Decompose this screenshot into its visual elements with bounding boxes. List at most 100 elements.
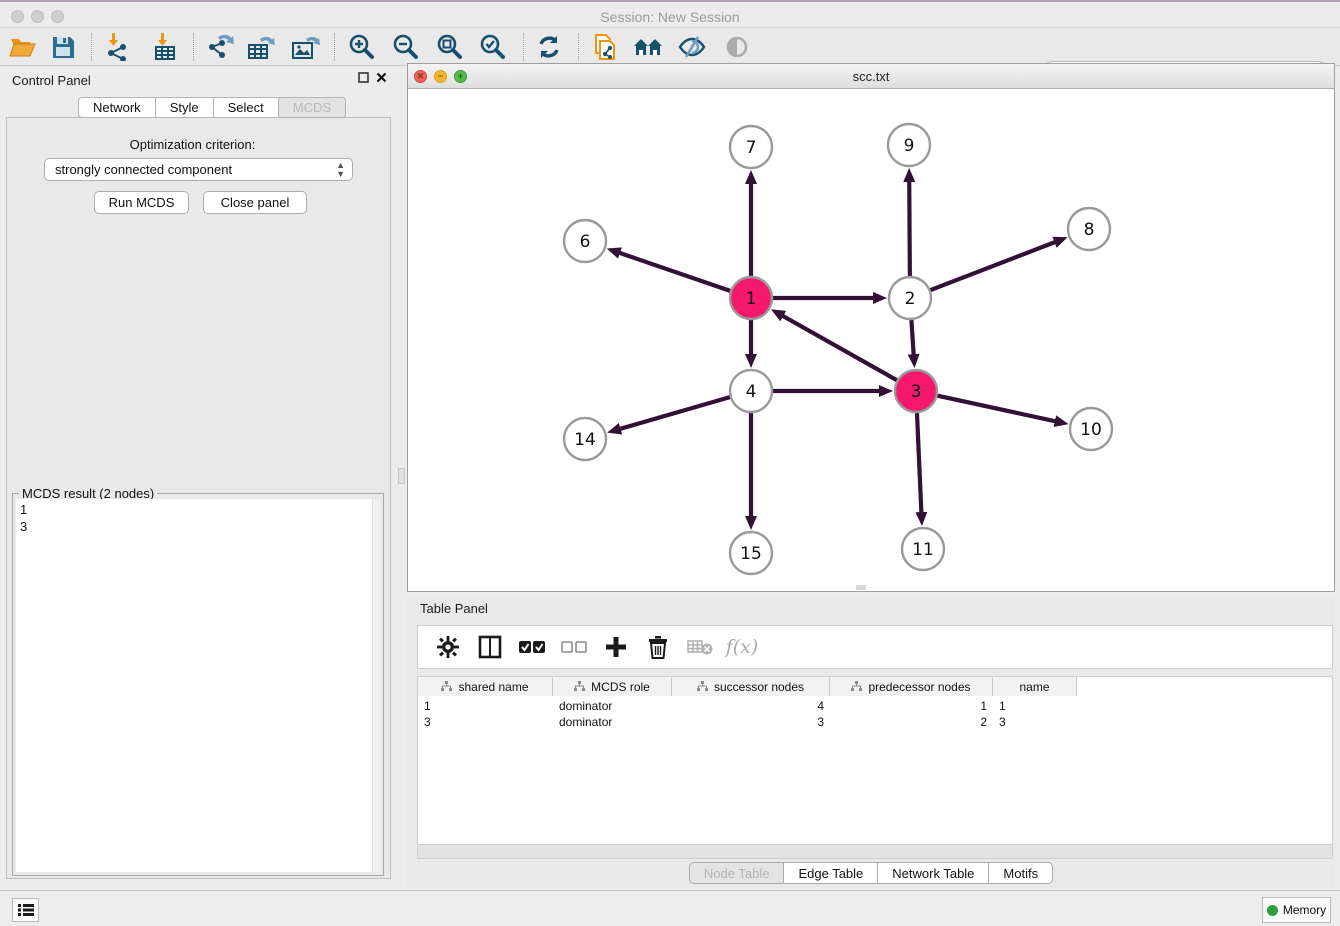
table-header-row: shared nameMCDS rolesuccessor nodesprede…: [418, 677, 1077, 696]
graph-node-1[interactable]: 1: [730, 277, 772, 319]
column-header-MCDS-role[interactable]: MCDS role: [553, 677, 672, 696]
settings-gear-icon[interactable]: [434, 633, 462, 661]
graph-node-3[interactable]: 3: [895, 370, 937, 412]
criterion-value: strongly connected component: [55, 162, 232, 177]
select-all-icon[interactable]: [518, 633, 546, 661]
graph-node-14[interactable]: 14: [564, 418, 606, 460]
home-icon[interactable]: [631, 31, 665, 63]
zoom-selected-icon[interactable]: [476, 31, 510, 63]
network-hscroll-thumb[interactable]: [856, 585, 866, 590]
toolbar-separator: [193, 33, 194, 61]
export-table-icon[interactable]: [244, 31, 278, 63]
control-panel-tabs: NetworkStyleSelectMCDS: [78, 97, 346, 118]
tab-network[interactable]: Network: [78, 97, 156, 118]
deselect-all-icon[interactable]: [560, 633, 588, 661]
import-table-icon[interactable]: [148, 31, 182, 63]
criterion-select[interactable]: strongly connected component ▲▼: [44, 158, 353, 181]
graph-edge-3-10[interactable]: [937, 396, 1057, 422]
graph-node-8[interactable]: 8: [1068, 208, 1110, 250]
network-graph[interactable]: 7 9 6 8 1 2 4 3 14 10 15 11: [408, 89, 1334, 591]
table-panel-title: Table Panel: [420, 601, 488, 616]
table-cell: 1: [830, 698, 993, 714]
tab-select[interactable]: Select: [214, 97, 279, 118]
delete-column-icon[interactable]: [644, 633, 672, 661]
node-table[interactable]: shared nameMCDS rolesuccessor nodesprede…: [417, 676, 1333, 845]
tab-edge-table[interactable]: Edge Table: [784, 862, 878, 884]
close-panel-icon[interactable]: [376, 72, 387, 83]
column-header-shared-name[interactable]: shared name: [418, 677, 553, 696]
network-titlebar[interactable]: ✕ − + scc.txt: [408, 64, 1334, 89]
result-scrollbar[interactable]: [372, 499, 380, 872]
column-sort-icon: [441, 681, 452, 692]
graph-node-6[interactable]: 6: [564, 220, 606, 262]
import-network-icon[interactable]: [101, 31, 135, 63]
graph-node-10[interactable]: 10: [1070, 408, 1112, 450]
split-columns-icon[interactable]: [476, 633, 504, 661]
graph-node-9[interactable]: 9: [888, 124, 930, 166]
table-row[interactable]: 1dominator411: [418, 698, 1077, 714]
memory-status-icon: [1267, 905, 1278, 916]
zoom-fit-icon[interactable]: [433, 31, 467, 63]
graph-node-11[interactable]: 11: [902, 528, 944, 570]
graph-edge-1-6[interactable]: [617, 252, 730, 291]
graph-node-4[interactable]: 4: [730, 370, 772, 412]
tab-mcds[interactable]: MCDS: [279, 97, 346, 118]
column-header-predecessor-nodes[interactable]: predecessor nodes: [830, 677, 993, 696]
mcds-result-text[interactable]: 1 3: [16, 499, 372, 872]
close-panel-button[interactable]: Close panel: [203, 191, 307, 214]
list-icon: [18, 903, 34, 917]
table-cell: 1: [993, 698, 1077, 714]
column-sort-icon: [697, 681, 708, 692]
task-history-button[interactable]: [12, 898, 39, 922]
table-cell: 3: [418, 714, 553, 730]
save-session-icon[interactable]: [46, 31, 80, 63]
svg-text:15: 15: [740, 544, 762, 564]
svg-text:7: 7: [746, 138, 757, 158]
add-column-icon[interactable]: [602, 633, 630, 661]
memory-button[interactable]: Memory: [1262, 897, 1331, 923]
run-mcds-button[interactable]: Run MCDS: [94, 191, 189, 214]
graph-edge-3-11[interactable]: [917, 413, 922, 515]
status-bar: Memory: [0, 890, 1340, 926]
svg-text:8: 8: [1084, 220, 1095, 240]
graph-node-7[interactable]: 7: [730, 126, 772, 168]
tab-network-table[interactable]: Network Table: [878, 862, 989, 884]
graph-edge-3-1[interactable]: [781, 315, 897, 381]
tab-motifs[interactable]: Motifs: [989, 862, 1053, 884]
svg-text:14: 14: [574, 430, 596, 450]
toolbar-separator: [334, 33, 335, 61]
table-toolbar: f(x): [417, 625, 1333, 669]
export-image-icon[interactable]: [288, 31, 322, 63]
eye-icon[interactable]: [720, 31, 754, 63]
table-row[interactable]: 3dominator323: [418, 714, 1077, 730]
column-header-successor-nodes[interactable]: successor nodes: [672, 677, 830, 696]
table-bottom-scrollbar[interactable]: [417, 845, 1333, 859]
svg-text:3: 3: [911, 382, 922, 402]
graph-edge-4-14[interactable]: [618, 397, 730, 429]
divider-grip[interactable]: [398, 468, 405, 484]
clone-network-icon[interactable]: [588, 31, 622, 63]
column-header-name[interactable]: name: [993, 677, 1077, 696]
control-panel: Control Panel NetworkStyleSelectMCDS Opt…: [0, 66, 395, 884]
table-panel: Table Panel f(x) shared nameMCDS rolesuc…: [407, 596, 1335, 888]
graph-edge-2-3[interactable]: [911, 320, 913, 357]
export-network-icon[interactable]: [203, 31, 237, 63]
graph-node-15[interactable]: 15: [730, 532, 772, 574]
float-panel-icon[interactable]: [358, 72, 369, 83]
toolbar-separator: [578, 33, 579, 61]
zoom-out-icon[interactable]: [389, 31, 423, 63]
eye-slash-icon[interactable]: [675, 31, 709, 63]
zoom-in-icon[interactable]: [345, 31, 379, 63]
svg-text:6: 6: [580, 232, 591, 252]
graph-node-2[interactable]: 2: [889, 277, 931, 319]
tab-node-table[interactable]: Node Table: [689, 862, 785, 884]
graph-edge-2-8[interactable]: [931, 241, 1058, 290]
graph-edge-2-9[interactable]: [909, 179, 910, 276]
table-cell: 1: [418, 698, 553, 714]
select-stepper-icon: ▲▼: [336, 161, 345, 179]
refresh-icon[interactable]: [532, 31, 566, 63]
toolbar-separator: [523, 33, 524, 61]
open-session-icon[interactable]: [6, 31, 40, 63]
svg-text:2: 2: [905, 289, 916, 309]
tab-style[interactable]: Style: [156, 97, 214, 118]
